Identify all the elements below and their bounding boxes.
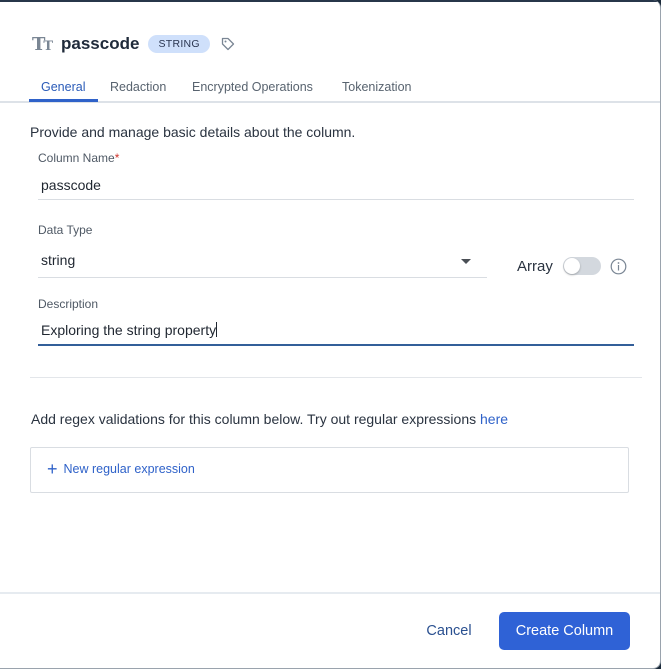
dialog-header: TT passcode STRING bbox=[32, 33, 235, 55]
description-label: Description bbox=[38, 297, 99, 311]
text-type-icon: TT bbox=[32, 33, 53, 55]
new-regex-label: New regular expression bbox=[63, 462, 195, 476]
column-name-label: Column Name* bbox=[38, 151, 119, 165]
array-label: Array bbox=[517, 258, 553, 275]
create-column-dialog: TT passcode STRING General Redaction Enc… bbox=[0, 0, 661, 669]
tag-icon[interactable] bbox=[221, 37, 235, 51]
description-input[interactable]: Exploring the string property bbox=[41, 322, 633, 338]
active-tab-indicator bbox=[29, 99, 98, 102]
regex-list: + New regular expression bbox=[30, 447, 629, 493]
column-title: passcode bbox=[61, 34, 140, 53]
description-value: Exploring the string property bbox=[41, 322, 217, 338]
column-name-input[interactable]: passcode bbox=[41, 177, 633, 193]
chevron-down-icon[interactable] bbox=[461, 259, 471, 264]
cancel-button[interactable]: Cancel bbox=[410, 612, 488, 650]
footer-divider bbox=[0, 592, 660, 594]
description-underline bbox=[38, 344, 634, 346]
tab-tokenization[interactable]: Tokenization bbox=[342, 80, 412, 94]
type-badge: STRING bbox=[148, 35, 210, 53]
new-regex-button[interactable]: + New regular expression bbox=[47, 459, 195, 479]
create-column-button[interactable]: Create Column bbox=[499, 612, 630, 650]
section-intro: Provide and manage basic details about t… bbox=[30, 124, 356, 140]
tab-encrypted-operations[interactable]: Encrypted Operations bbox=[192, 80, 313, 94]
required-mark: * bbox=[114, 151, 120, 165]
data-type-label: Data Type bbox=[38, 223, 93, 237]
regex-help-link[interactable]: here bbox=[480, 411, 508, 427]
regex-description-text: Add regex validations for this column be… bbox=[31, 411, 477, 427]
data-type-select[interactable]: string bbox=[41, 252, 481, 268]
plus-icon: + bbox=[47, 459, 58, 479]
tab-redaction[interactable]: Redaction bbox=[110, 80, 166, 94]
array-toggle[interactable] bbox=[563, 257, 601, 275]
regex-description: Add regex validations for this column be… bbox=[31, 411, 508, 427]
column-name-label-text: Column Name bbox=[38, 151, 115, 165]
info-icon[interactable] bbox=[610, 258, 627, 275]
text-cursor bbox=[216, 322, 218, 337]
data-type-underline bbox=[38, 277, 487, 278]
section-divider bbox=[30, 377, 642, 378]
tab-general[interactable]: General bbox=[41, 80, 85, 94]
toggle-knob bbox=[564, 258, 580, 274]
tab-bar: General Redaction Encrypted Operations T… bbox=[0, 74, 660, 103]
backdrop-edge bbox=[0, 0, 660, 2]
column-name-underline bbox=[38, 199, 634, 200]
